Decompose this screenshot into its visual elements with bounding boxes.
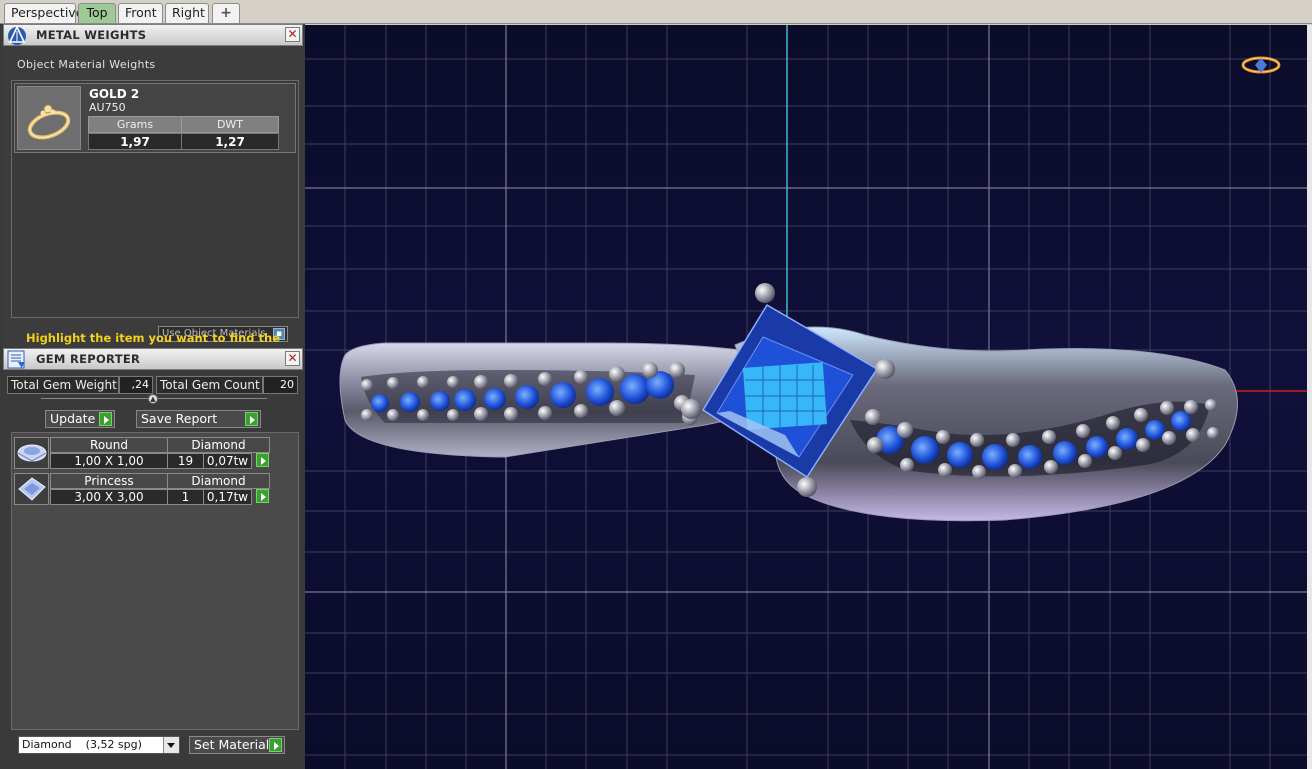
close-icon: ✕ (287, 27, 298, 41)
top-viewport[interactable] (305, 25, 1307, 769)
metal-weights-icon (6, 25, 28, 46)
gem-row[interactable]: Princess Diamond 3,00 X 3,00 1 0,17tw (14, 473, 298, 507)
material-card[interactable]: GOLD 2 AU750 Grams DWT 1,97 1,27 (14, 83, 296, 153)
save-report-button[interactable]: Save Report (136, 410, 261, 428)
play-arrow-icon (269, 738, 282, 752)
gem-size: 3,00 X 3,00 (50, 489, 168, 505)
gem-select-button[interactable] (252, 489, 270, 505)
gem-reporter-title: GEM REPORTER (36, 352, 141, 366)
gem-reporter-icon (6, 349, 28, 370)
update-button[interactable]: Update (45, 410, 115, 428)
viewport-canvas (305, 25, 1307, 769)
tab-front[interactable]: Front (118, 3, 163, 23)
gem-reporter-header[interactable]: GEM REPORTER ✕ (3, 348, 303, 370)
left-panel-column: METAL WEIGHTS ✕ Object Material Weights … (0, 24, 305, 769)
tab-right[interactable]: Right (165, 3, 209, 23)
play-arrow-icon (256, 453, 269, 467)
play-arrow-icon (256, 489, 269, 503)
tab-top[interactable]: Top (78, 3, 116, 23)
close-icon: ✕ (287, 351, 298, 365)
metal-weights-subtitle: Object Material Weights (17, 58, 156, 71)
set-material-button-label: Set Material (194, 737, 270, 752)
material-select[interactable]: Diamond (3,52 spg) (18, 736, 180, 754)
dwt-header: DWT (181, 116, 279, 133)
view-tab-bar: Perspective Top Front Right + (0, 0, 1312, 24)
chevron-down-icon[interactable] (163, 737, 179, 753)
metal-weights-title: METAL WEIGHTS (36, 28, 147, 42)
dwt-value: 1,27 (181, 133, 279, 150)
weight-table: Grams DWT 1,97 1,27 (88, 116, 279, 150)
panel-splitter[interactable]: ▲ (41, 394, 267, 406)
total-gem-weight-label: Total Gem Weight (7, 376, 119, 394)
grams-header: Grams (88, 116, 182, 133)
metal-weights-close-button[interactable]: ✕ (285, 27, 300, 42)
gem-list: Round Diamond 1,00 X 1,00 19 0,07tw Prin… (11, 432, 299, 730)
total-gem-count-value: 20 (263, 376, 298, 394)
viewport-edge (1307, 25, 1312, 769)
round-gem-icon (14, 437, 49, 469)
gem-select-button[interactable] (252, 453, 270, 469)
add-view-tab-button[interactable]: + (212, 3, 240, 23)
material-list: GOLD 2 AU750 Grams DWT 1,97 1,27 (11, 80, 299, 318)
ring-model (339, 283, 1238, 522)
gem-size: 1,00 X 1,00 (50, 453, 168, 469)
plus-icon: + (220, 5, 232, 21)
gem-count: 1 (167, 489, 204, 505)
gem-material: Diamond (167, 437, 270, 453)
play-arrow-icon (99, 412, 112, 426)
update-button-label: Update (50, 411, 96, 426)
set-material-button[interactable]: Set Material (189, 736, 285, 754)
gem-shape: Princess (50, 473, 168, 489)
gem-material: Diamond (167, 473, 270, 489)
gem-row[interactable]: Round Diamond 1,00 X 1,00 19 0,07tw (14, 437, 298, 471)
gem-reporter-panel: Total Gem Weight ,24 Total Gem Count 20 … (3, 372, 303, 769)
collapse-arrow-icon[interactable]: ▲ (148, 394, 158, 404)
material-name: GOLD 2 (89, 87, 140, 101)
tab-perspective[interactable]: Perspective (4, 3, 83, 23)
gem-shape: Round (50, 437, 168, 453)
material-select-value: Diamond (3,52 spg) (22, 738, 142, 751)
gem-count: 19 (167, 453, 204, 469)
metal-weights-header[interactable]: METAL WEIGHTS ✕ (3, 24, 303, 46)
total-gem-count-label: Total Gem Count (156, 376, 263, 394)
gem-reporter-close-button[interactable]: ✕ (285, 351, 300, 366)
view-gizmo-icon (1241, 56, 1281, 74)
ring-thumbnail (17, 86, 81, 150)
gem-weight: 0,17tw (203, 489, 252, 505)
total-gem-weight-value: ,24 (119, 376, 153, 394)
save-report-button-label: Save Report (141, 411, 218, 426)
metal-weights-panel: Object Material Weights GOLD 2 AU750 Gra… (3, 46, 303, 348)
gem-weight: 0,07tw (203, 453, 252, 469)
material-bar: Diamond (3,52 spg) Set Material (3, 731, 303, 769)
highlight-hint: Highlight the item you want to find the … (26, 331, 280, 363)
grams-value: 1,97 (88, 133, 182, 150)
play-arrow-icon (245, 412, 258, 426)
princess-gem-icon (14, 473, 49, 505)
material-alloy: AU750 (89, 101, 126, 114)
